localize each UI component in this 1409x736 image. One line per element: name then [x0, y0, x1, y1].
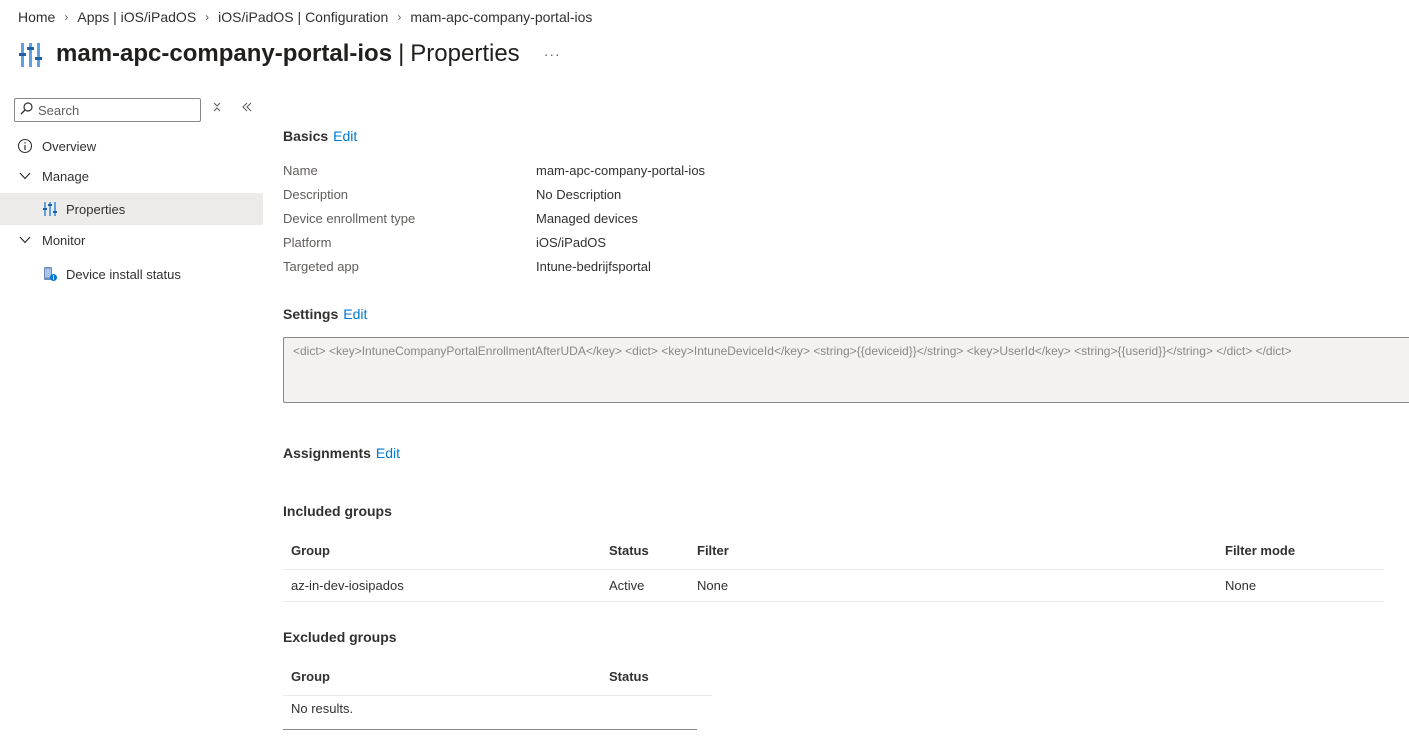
page-name: Properties [410, 40, 520, 67]
more-options-button[interactable]: ··· [544, 46, 561, 62]
sidebar-group-monitor[interactable]: Monitor [0, 224, 263, 256]
chevron-down-icon [17, 232, 33, 248]
assignments-title: Assignments [283, 445, 371, 461]
resource-name: mam-apc-company-portal-ios [56, 40, 393, 67]
included-header-filter-mode[interactable]: Filter mode [1225, 543, 1295, 558]
table-divider [283, 569, 1384, 570]
prop-label-targeted-app: Targeted app [283, 259, 359, 274]
search-box[interactable] [14, 98, 201, 122]
breadcrumb-apps-ios[interactable]: Apps | iOS/iPadOS [77, 9, 196, 25]
prop-label-name: Name [283, 163, 318, 178]
sidebar-item-label: Monitor [42, 232, 86, 248]
included-cell-filter-mode: None [1225, 578, 1257, 593]
breadcrumb-configuration[interactable]: iOS/iPadOS | Configuration [218, 9, 388, 25]
chevron-right-icon: › [397, 10, 402, 24]
included-cell-group: az-in-dev-iosipados [291, 578, 404, 593]
title-separator: | [398, 40, 405, 67]
prop-value-name: mam-apc-company-portal-ios [536, 163, 706, 178]
prop-label-platform: Platform [283, 235, 332, 250]
assignments-edit-link[interactable]: Edit [376, 445, 400, 461]
chevron-right-icon: › [205, 10, 210, 24]
sidebar-item-label: Device install status [66, 266, 181, 282]
page-title: mam-apc-company-portal-ios | Properties [56, 40, 520, 68]
search-icon [20, 102, 33, 118]
prop-value-platform: iOS/iPadOS [536, 235, 607, 250]
double-chevron-left-icon[interactable] [241, 101, 253, 116]
basics-section-title: Basics Edit [283, 128, 357, 144]
prop-label-enrollment-type: Device enrollment type [283, 211, 416, 226]
basics-edit-link[interactable]: Edit [333, 128, 357, 144]
sidebar-item-device-install-status[interactable]: Device install status [0, 258, 263, 290]
settings-section-title: Settings Edit [283, 306, 367, 322]
breadcrumb-home[interactable]: Home [18, 9, 55, 25]
excluded-groups-title: Excluded groups [283, 629, 397, 645]
included-groups-title: Included groups [283, 503, 392, 519]
page-header: mam-apc-company-portal-ios | Properties ··… [18, 36, 561, 72]
sidebar-item-label: Properties [66, 201, 126, 217]
chevron-right-icon: › [64, 10, 69, 24]
sidebar-item-properties[interactable]: Properties [0, 193, 263, 225]
properties-icon [42, 201, 58, 217]
prop-value-enrollment-type: Managed devices [536, 211, 638, 226]
included-header-group[interactable]: Group [291, 543, 330, 558]
breadcrumb: Home › Apps | iOS/iPadOS › iOS/iPadOS | … [18, 9, 592, 25]
sidebar-item-label: Overview [42, 138, 97, 154]
properties-sliders-icon [18, 39, 44, 69]
info-icon [17, 138, 33, 154]
prop-value-targeted-app: Intune-bedrijfsportal [536, 259, 651, 274]
table-divider [283, 729, 697, 730]
included-cell-status: Active [609, 578, 645, 593]
sidebar-item-overview[interactable]: Overview [0, 130, 263, 162]
sidebar-item-label: Manage [42, 168, 89, 184]
included-cell-filter: None [697, 578, 729, 593]
collapse-expand-icon[interactable] [211, 101, 223, 116]
settings-xml-textarea[interactable]: <dict> <key>IntuneCompanyPortalEnrollmen… [283, 337, 1409, 403]
settings-edit-link[interactable]: Edit [343, 306, 367, 322]
table-divider [283, 695, 712, 696]
excluded-header-group[interactable]: Group [291, 669, 330, 684]
sidebar-group-manage[interactable]: Manage [0, 160, 263, 192]
settings-title: Settings [283, 306, 339, 322]
prop-label-description: Description [283, 187, 349, 202]
device-status-icon [42, 266, 58, 282]
included-header-filter[interactable]: Filter [697, 543, 729, 558]
chevron-down-icon [17, 168, 33, 184]
search-input[interactable] [38, 102, 188, 118]
excluded-header-status[interactable]: Status [609, 669, 649, 684]
included-header-status[interactable]: Status [609, 543, 649, 558]
table-divider [283, 601, 1384, 602]
breadcrumb-current[interactable]: mam-apc-company-portal-ios [410, 9, 592, 25]
basics-title: Basics [283, 128, 329, 144]
excluded-empty-message: No results. [291, 701, 354, 716]
assignments-section-title: Assignments Edit [283, 445, 400, 461]
prop-value-description: No Description [536, 187, 622, 202]
